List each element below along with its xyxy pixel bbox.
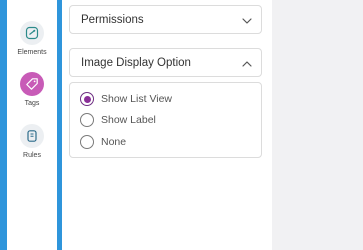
- left-accent-strip: [0, 0, 7, 250]
- elements-icon: [20, 21, 44, 45]
- sidebar-item-rules[interactable]: Rules: [7, 124, 57, 159]
- radio-option-show-label[interactable]: Show Label: [80, 112, 156, 128]
- radio-label: Show List View: [101, 93, 173, 105]
- sidebar-item-label: Tags: [24, 100, 40, 107]
- sidebar-item-label: Elements: [17, 49, 47, 56]
- radio-button-checked[interactable]: [80, 92, 94, 106]
- radio-option-none[interactable]: None: [80, 134, 126, 150]
- right-pane: [272, 0, 363, 250]
- chevron-down-icon: [242, 11, 252, 29]
- image-display-panel-header[interactable]: Image Display Option: [69, 48, 262, 77]
- image-display-panel-title: Image Display Option: [81, 56, 191, 69]
- image-display-options: Show List View Show Label None: [69, 82, 262, 158]
- chevron-up-icon: [242, 54, 252, 72]
- radio-button[interactable]: [80, 113, 94, 127]
- app-root: Elements Tags Rules Permissions Image Di…: [0, 0, 363, 250]
- settings-content: Permissions Image Display Option Show Li…: [62, 0, 272, 250]
- permissions-panel-title: Permissions: [81, 13, 144, 26]
- sidebar-item-tags[interactable]: Tags: [7, 72, 57, 107]
- tag-icon: [20, 72, 44, 96]
- permissions-panel-header[interactable]: Permissions: [69, 5, 262, 34]
- radio-button[interactable]: [80, 135, 94, 149]
- radio-option-show-list-view[interactable]: Show List View: [80, 91, 172, 107]
- sidebar-item-elements[interactable]: Elements: [7, 21, 57, 56]
- radio-label: None: [101, 136, 127, 148]
- sidebar: Elements Tags Rules: [7, 0, 57, 250]
- radio-dot: [83, 95, 91, 103]
- radio-label: Show Label: [101, 114, 156, 126]
- rules-icon: [20, 124, 44, 148]
- sidebar-item-label: Rules: [23, 152, 41, 159]
